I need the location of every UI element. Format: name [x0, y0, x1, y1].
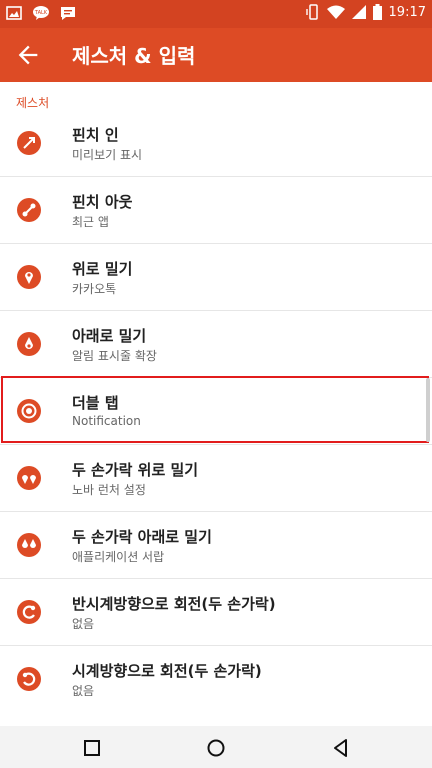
image-icon: [6, 6, 22, 20]
gesture-title: 시계방향으로 회전(두 손가락): [72, 662, 262, 680]
back-icon[interactable]: [327, 734, 355, 762]
scrollbar[interactable]: [426, 378, 430, 442]
gesture-action: 없음: [72, 684, 95, 698]
selection-highlight: [1, 376, 429, 443]
back-arrow-icon[interactable]: [14, 41, 42, 69]
gesture-title: 두 손가락 위로 밀기: [72, 461, 199, 479]
gesture-action: 최근 앱: [72, 215, 109, 229]
status-bar: TALK 19:17: [0, 0, 432, 28]
gesture-title: 반시계방향으로 회전(두 손가락): [72, 595, 276, 613]
gesture-title: 아래로 밀기: [72, 327, 147, 345]
section-header-gestures: 제스처: [16, 96, 50, 110]
message-icon: [61, 7, 75, 20]
recents-icon[interactable]: [78, 734, 106, 762]
svg-text:TALK: TALK: [34, 10, 48, 16]
gesture-item-two-finger-up[interactable]: 두 손가락 위로 밀기 노바 런처 설정: [0, 445, 432, 511]
gesture-action: 미리보기 표시: [72, 148, 143, 162]
gesture-item-pinch-out[interactable]: 핀치 아웃 최근 앱: [0, 177, 432, 243]
gesture-title: 핀치 아웃: [72, 193, 133, 211]
rotate-ccw-icon: [17, 600, 41, 624]
two-finger-up-icon: [17, 466, 41, 490]
gesture-item-pinch-in[interactable]: 핀치 인 미리보기 표시: [0, 110, 432, 176]
swipe-up-icon: [17, 265, 41, 289]
gesture-item-two-finger-down[interactable]: 두 손가락 아래로 밀기 애플리케이션 서랍: [0, 512, 432, 578]
two-finger-down-icon: [17, 533, 41, 557]
navigation-bar: [0, 726, 432, 768]
home-icon[interactable]: [202, 734, 230, 762]
status-right-icons: 19:17: [305, 4, 426, 20]
rotate-cw-icon: [17, 667, 41, 691]
status-time: 19:17: [388, 4, 426, 20]
kakaotalk-icon: TALK: [33, 6, 49, 20]
gesture-title: 두 손가락 아래로 밀기: [72, 528, 212, 546]
page-title: 제스처 & 입력: [72, 44, 196, 68]
signal-icon: [351, 5, 366, 19]
gesture-action: 알림 표시줄 확장: [72, 349, 157, 363]
swipe-down-icon: [17, 332, 41, 356]
pinch-out-icon: [17, 198, 41, 222]
battery-icon: [372, 4, 382, 20]
app-bar: 제스처 & 입력: [0, 28, 432, 82]
gesture-item-rotate-ccw[interactable]: 반시계방향으로 회전(두 손가락) 없음: [0, 579, 432, 645]
status-left-icons: TALK: [6, 5, 76, 21]
gesture-action: 애플리케이션 서랍: [72, 550, 165, 564]
gesture-action: 노바 런처 설정: [72, 483, 146, 497]
gesture-title: 핀치 인: [72, 126, 119, 144]
wifi-icon: [326, 5, 345, 19]
vibrate-icon: [305, 4, 318, 20]
gesture-action: 카카오톡: [72, 282, 117, 296]
gesture-item-swipe-down[interactable]: 아래로 밀기 알림 표시줄 확장: [0, 311, 432, 377]
gesture-item-rotate-cw[interactable]: 시계방향으로 회전(두 손가락) 없음: [0, 646, 432, 712]
pinch-in-icon: [17, 131, 41, 155]
gesture-action: 없음: [72, 617, 95, 631]
gesture-item-swipe-up[interactable]: 위로 밀기 카카오톡: [0, 244, 432, 310]
gesture-title: 위로 밀기: [72, 260, 133, 278]
